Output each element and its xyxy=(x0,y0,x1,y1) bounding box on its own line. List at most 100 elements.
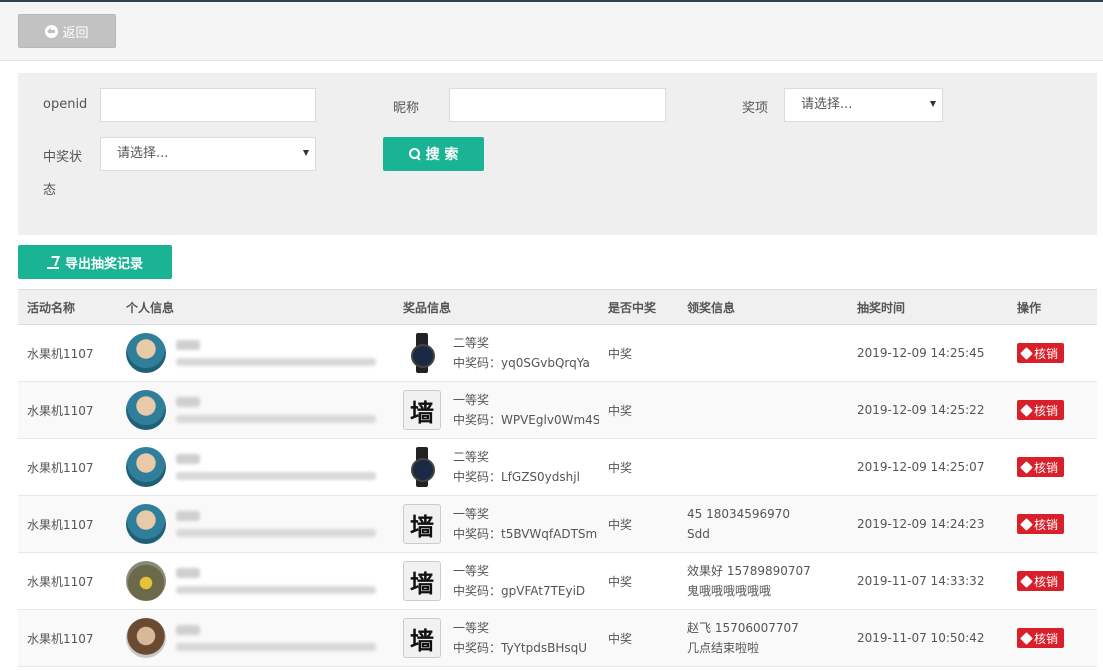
watch-image xyxy=(403,333,441,373)
person-cell xyxy=(117,381,394,439)
action-cell: 核销 xyxy=(1008,324,1097,382)
tag-icon xyxy=(1020,517,1033,531)
caret-down-icon xyxy=(303,150,309,156)
avatar xyxy=(126,447,166,487)
column-header: 是否中奖 xyxy=(599,289,678,325)
table-row: 水果机1107 墙 一等奖 中奖码：TyYtpdsBHsqU 中奖 赵飞 15706007… xyxy=(18,609,1097,667)
activity-cell: 水果机1107 xyxy=(18,324,117,382)
export-icon xyxy=(46,256,59,269)
verify-button[interactable]: 核销 xyxy=(1017,628,1065,648)
draw-time-cell: 2019-12-09 14:25:22 xyxy=(848,381,1008,439)
table-row: 水果机1107 二等奖 中奖码：yq0SGvbQrqYa 中奖 2019-12-09 1… xyxy=(18,324,1097,382)
search-panel: openid 昵称 奖项 请选择... 中奖状 态 请选择... 搜 索 xyxy=(18,73,1097,235)
status-label: 中奖状 xyxy=(43,150,83,165)
wall-image: 墙 xyxy=(403,504,441,544)
prize-cell: 二等奖 中奖码：LfGZS0ydshjl xyxy=(394,438,599,496)
claim-cell: 效果好 15789890707 鬼哦哦哦哦哦哦 xyxy=(678,552,848,610)
draw-time-cell: 2019-11-07 10:50:42 xyxy=(848,609,1008,667)
verify-label: 核销 xyxy=(1034,517,1059,532)
person-cell xyxy=(117,609,394,667)
won-cell: 中奖 xyxy=(599,324,678,382)
openid-input[interactable] xyxy=(100,88,316,122)
prize-name: 二等奖 xyxy=(453,336,490,350)
blurred-user-info xyxy=(176,340,376,366)
prize-code: 中奖码：t5BVWqfADTSm xyxy=(453,527,598,541)
lottery-records-table: 活动名称 个人信息 奖品信息 是否中奖 领奖信息 抽奖时间 操作 水果机1107… xyxy=(18,289,1097,667)
column-header: 抽奖时间 xyxy=(848,289,1008,325)
action-cell: 核销 xyxy=(1008,609,1097,667)
table-row: 水果机1107 墙 一等奖中奖码：WPVEglv0Wm4S 中奖 2019-12-09 … xyxy=(18,381,1097,439)
verify-label: 核销 xyxy=(1034,631,1059,646)
prize-cell: 墙 一等奖中奖码：WPVEglv0Wm4S xyxy=(394,381,599,439)
prize-cell: 墙 一等奖 中奖码：t5BVWqfADTSm xyxy=(394,495,599,553)
won-cell: 中奖 xyxy=(599,438,678,496)
prize-cell: 墙 一等奖中奖码：TyYtpdsBHsqU xyxy=(394,609,599,667)
claim-contact: 赵飞 15706007707 xyxy=(687,621,799,635)
won-cell: 中奖 xyxy=(599,552,678,610)
verify-button[interactable]: 核销 xyxy=(1017,571,1065,591)
action-cell: 核销 xyxy=(1008,495,1097,553)
nickname-input[interactable] xyxy=(449,88,666,122)
status-select[interactable]: 请选择... xyxy=(100,137,316,171)
blurred-user-info xyxy=(176,454,376,480)
column-header: 奖品信息 xyxy=(394,289,599,325)
export-button-label: 导出抽奖记录 xyxy=(64,256,143,272)
table-row: 水果机1107 墙一等奖 中奖码：t5BVWqfADTSm 中奖 45 18034596… xyxy=(18,495,1097,553)
won-cell: 中奖 xyxy=(599,609,678,667)
won-cell: 中奖 xyxy=(599,381,678,439)
watch-image xyxy=(403,447,441,487)
verify-label: 核销 xyxy=(1034,403,1059,418)
search-button[interactable]: 搜 索 xyxy=(383,137,484,171)
prize-select-value: 请选择... xyxy=(801,97,853,112)
activity-cell: 水果机1107 xyxy=(18,381,117,439)
wall-char: 墙 xyxy=(410,397,434,427)
arrow-left-circle-icon xyxy=(45,24,59,38)
draw-time-cell: 2019-12-09 14:24:23 xyxy=(848,495,1008,553)
draw-time-cell: 2019-11-07 14:33:32 xyxy=(848,552,1008,610)
prize-name: 一等奖 xyxy=(453,393,490,407)
search-icon xyxy=(408,148,421,160)
verify-button[interactable]: 核销 xyxy=(1017,400,1065,420)
tag-icon xyxy=(1020,346,1033,360)
verify-button[interactable]: 核销 xyxy=(1017,457,1065,477)
back-button[interactable]: 返回 xyxy=(18,14,116,48)
table-header-row: 活动名称 个人信息 奖品信息 是否中奖 领奖信息 抽奖时间 操作 xyxy=(18,289,1097,325)
verify-button[interactable]: 核销 xyxy=(1017,343,1065,363)
nickname-label: 昵称 xyxy=(393,101,420,116)
tag-icon xyxy=(1020,403,1033,417)
prize-select[interactable]: 请选择... xyxy=(784,88,943,122)
claim-note: 几点结束啦啦 xyxy=(687,641,760,655)
prize-code: 中奖码：TyYtpdsBHsqU xyxy=(453,641,587,655)
wall-char: 墙 xyxy=(410,568,434,598)
claim-cell xyxy=(678,381,848,439)
person-cell xyxy=(117,324,394,382)
draw-time-cell: 2019-12-09 14:25:07 xyxy=(848,438,1008,496)
action-cell: 核销 xyxy=(1008,552,1097,610)
blurred-user-info xyxy=(176,625,376,651)
blurred-user-info xyxy=(176,568,376,594)
blurred-user-info xyxy=(176,397,376,423)
tag-icon xyxy=(1020,460,1033,474)
export-records-button[interactable]: 导出抽奖记录 xyxy=(18,245,172,279)
status-label-wrap: 态 xyxy=(43,183,57,198)
avatar xyxy=(126,333,166,373)
prize-cell: 墙 一等奖 中奖码：gpVFAt7TEyiD xyxy=(394,552,599,610)
prize-name: 一等奖 xyxy=(453,621,490,635)
wall-image: 墙 xyxy=(403,618,441,658)
activity-cell: 水果机1107 xyxy=(18,438,117,496)
person-cell xyxy=(117,552,394,610)
avatar xyxy=(126,390,166,430)
prize-code: 中奖码：gpVFAt7TEyiD xyxy=(453,584,586,598)
prize-code: 中奖码：WPVEglv0Wm4S xyxy=(453,413,599,427)
won-cell: 中奖 xyxy=(599,495,678,553)
verify-button[interactable]: 核销 xyxy=(1017,514,1065,534)
prize-code: 中奖码：LfGZS0ydshjl xyxy=(453,470,580,484)
claim-cell: 45 18034596970 Sdd xyxy=(678,495,848,553)
caret-down-icon xyxy=(930,101,936,107)
person-cell xyxy=(117,438,394,496)
prize-cell: 二等奖 中奖码：yq0SGvbQrqYa xyxy=(394,324,599,382)
openid-label: openid xyxy=(43,97,88,112)
table-row: 水果机1107 二等奖 中奖码：LfGZS0ydshjl 中奖 2019-12-09 1… xyxy=(18,438,1097,496)
claim-contact: 45 18034596970 xyxy=(687,507,791,521)
column-header: 活动名称 xyxy=(18,289,117,325)
